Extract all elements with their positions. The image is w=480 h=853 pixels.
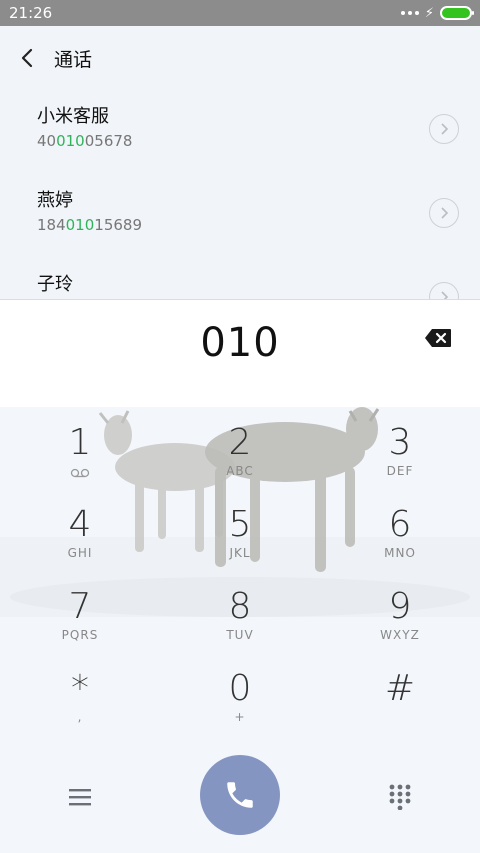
- phone-icon: [227, 782, 253, 808]
- chevron-right-circle-icon: [441, 207, 449, 219]
- contact-name: 燕婷: [37, 190, 73, 211]
- voicemail-icon: [0, 464, 160, 478]
- key-2[interactable]: 2 ABC: [160, 412, 320, 494]
- page-title: 通话: [54, 48, 93, 71]
- battery-icon: [440, 6, 474, 20]
- menu-icon: [69, 789, 91, 806]
- key-4[interactable]: 4 GHI: [0, 494, 160, 576]
- contact-detail-button[interactable]: [429, 114, 459, 144]
- charging-icon: ⚡: [424, 5, 434, 21]
- key-5[interactable]: 5 JKL: [160, 494, 320, 576]
- contact-item[interactable]: 小米客服 4001005678: [0, 90, 480, 174]
- chevron-right-circle-icon: [441, 123, 449, 135]
- status-icons: ⚡: [400, 5, 474, 21]
- status-bar: 21:26 ⚡: [0, 0, 480, 26]
- number-display: 010: [0, 299, 480, 407]
- key-8[interactable]: 8 TUV: [160, 576, 320, 658]
- key-hash[interactable]: #: [320, 658, 480, 740]
- contact-name: 子玲: [37, 274, 73, 295]
- call-button[interactable]: [200, 755, 280, 835]
- backspace-button[interactable]: [424, 328, 452, 348]
- backspace-icon: [425, 329, 451, 347]
- menu-button[interactable]: [60, 779, 100, 815]
- call-bar: [0, 749, 480, 845]
- contact-item[interactable]: 燕婷 18401015689: [0, 174, 480, 258]
- dialpad-toggle-button[interactable]: [380, 779, 420, 815]
- contact-number: 4001005678: [37, 132, 133, 150]
- contact-number: 18401015689: [37, 216, 142, 234]
- key-6[interactable]: 6 MNO: [320, 494, 480, 576]
- key-9[interactable]: 9 WXYZ: [320, 576, 480, 658]
- key-1[interactable]: 1: [0, 412, 160, 494]
- dialpad-icon: [389, 784, 411, 810]
- key-3[interactable]: 3 DEF: [320, 412, 480, 494]
- chevron-left-icon: [21, 48, 33, 68]
- header: 通话: [0, 26, 480, 90]
- key-0[interactable]: 0 +: [160, 658, 320, 740]
- key-7[interactable]: 7 PQRS: [0, 576, 160, 658]
- status-time: 21:26: [9, 4, 53, 22]
- key-star[interactable]: * ,: [0, 658, 160, 740]
- contact-name: 小米客服: [37, 106, 109, 127]
- dialed-number: 010: [200, 320, 280, 366]
- keypad: 1 2 ABC 3 DEF 4 GHI 5 JKL 6 MNO 7 PQRS 8…: [0, 407, 480, 853]
- more-notifications-icon: [400, 11, 419, 15]
- contact-detail-button[interactable]: [429, 198, 459, 228]
- back-button[interactable]: [0, 26, 54, 90]
